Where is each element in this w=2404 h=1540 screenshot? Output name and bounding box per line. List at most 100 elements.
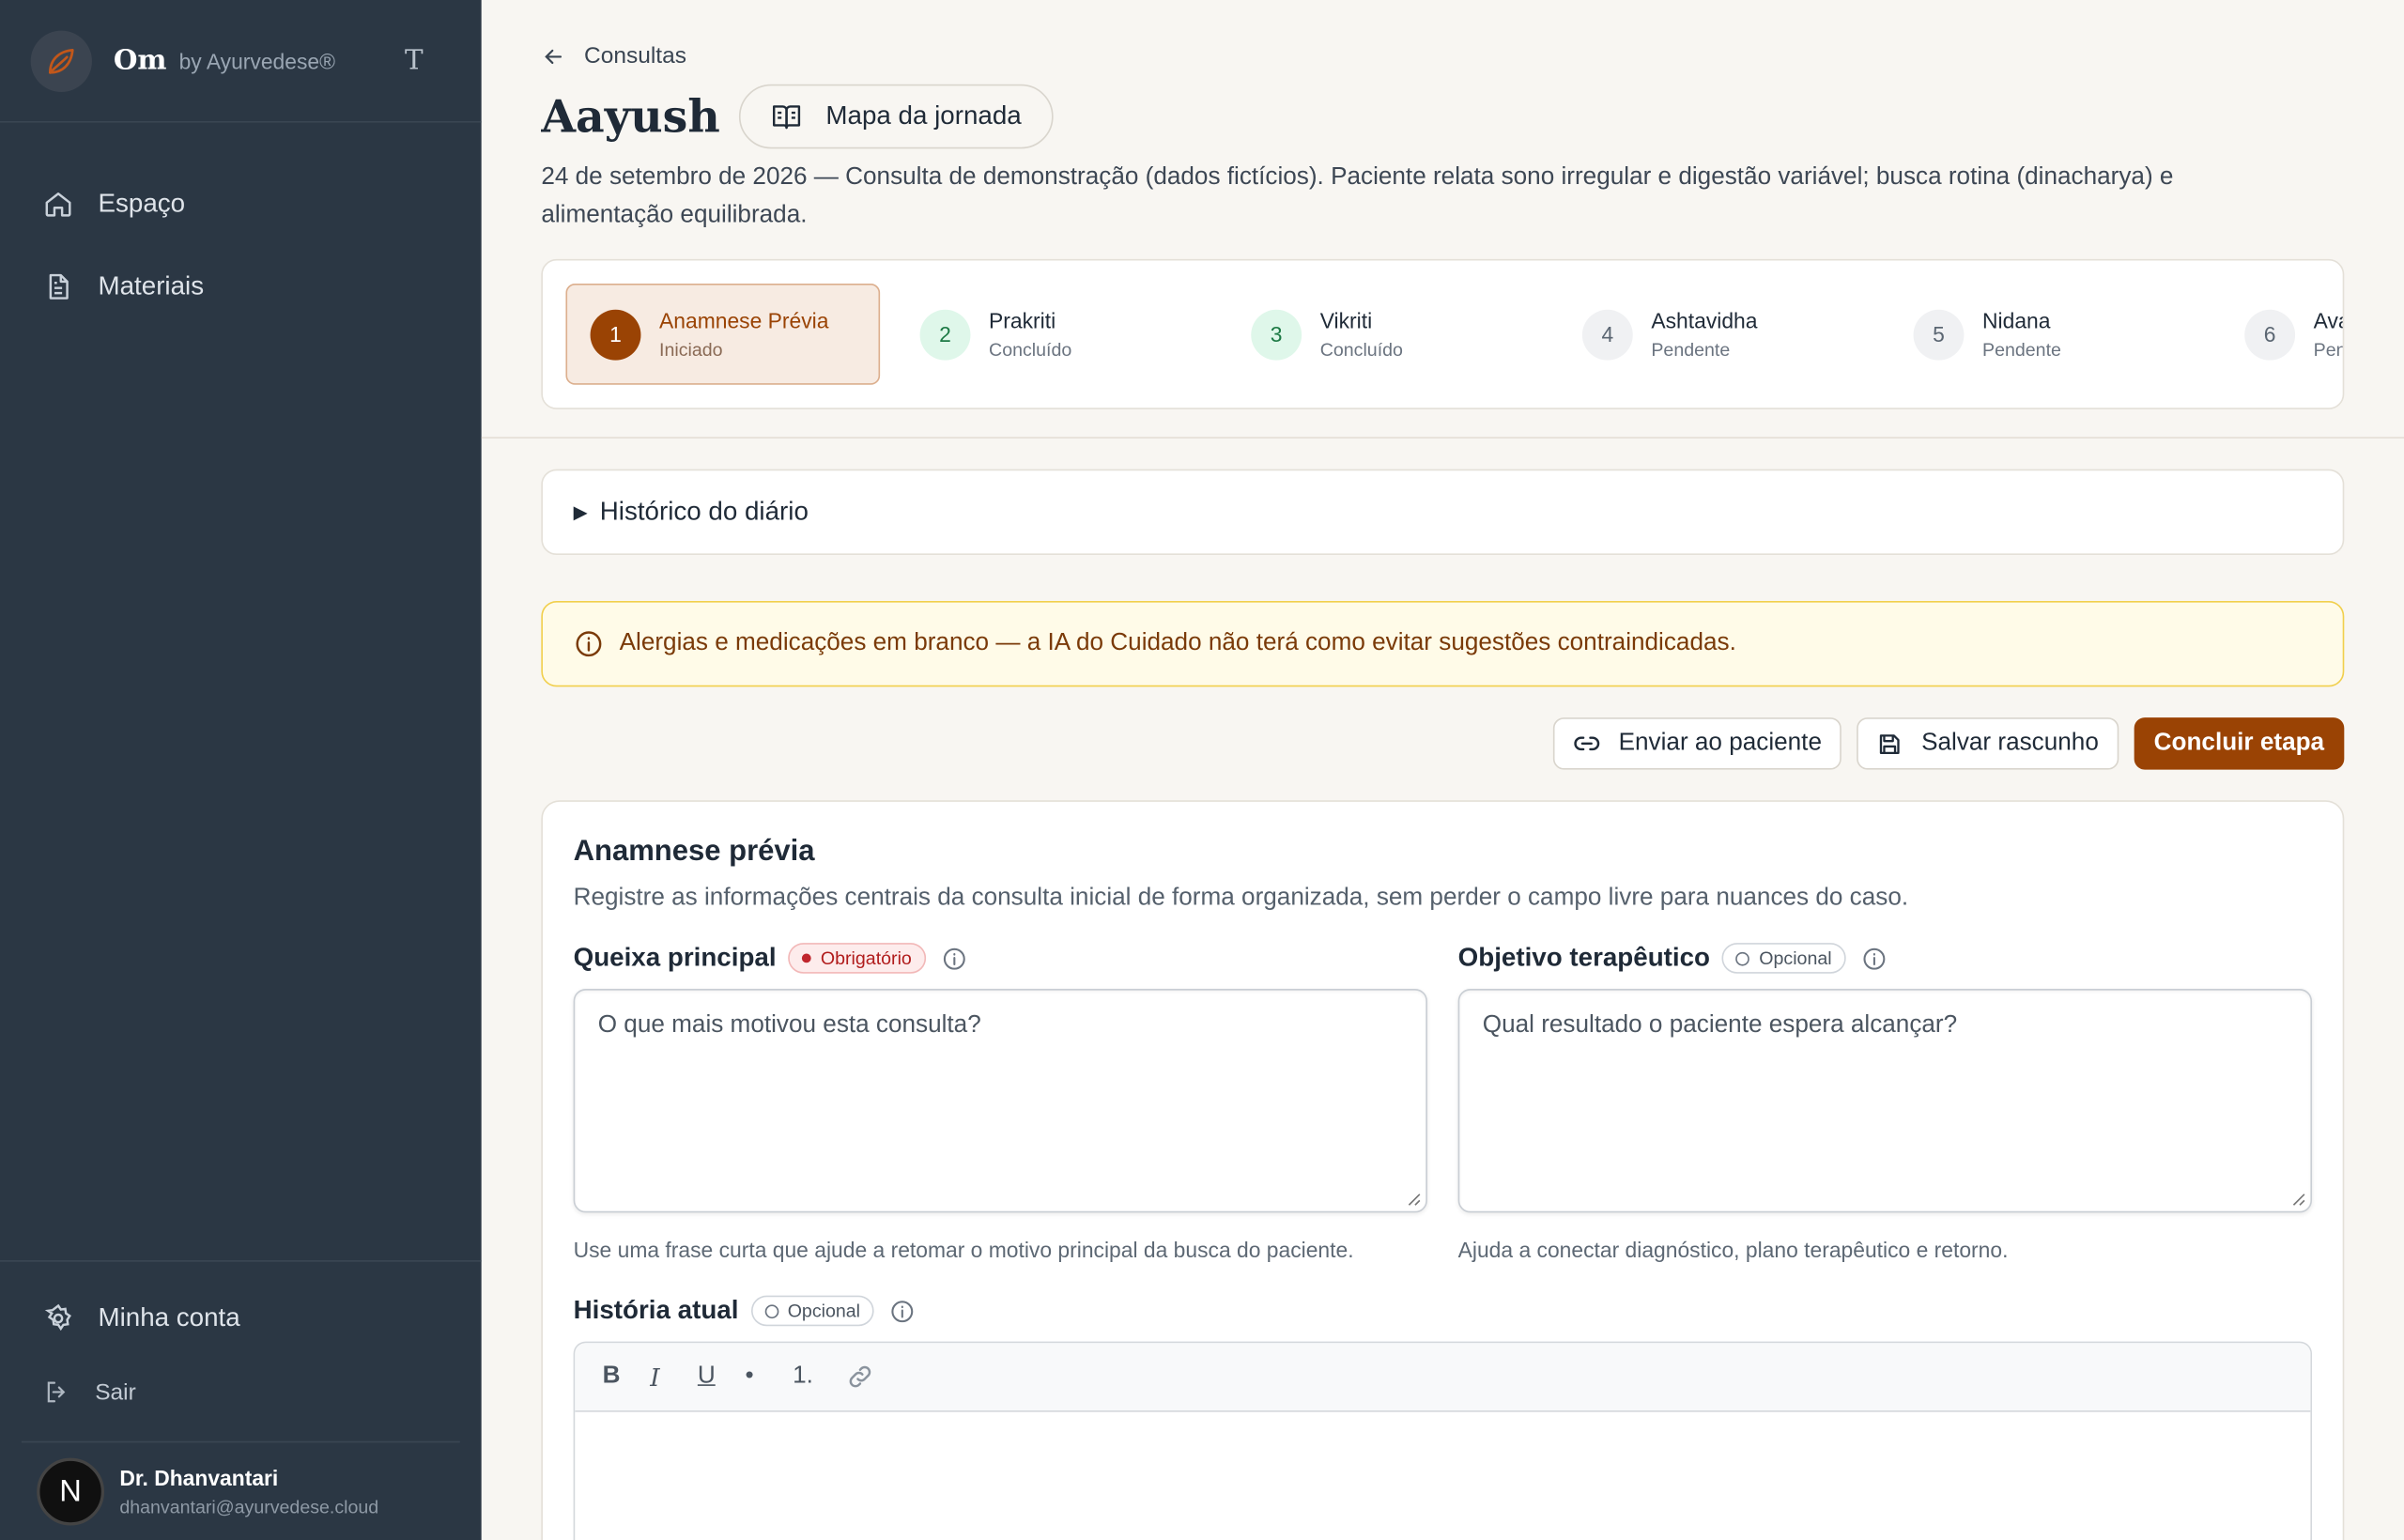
book-open-icon bbox=[772, 105, 800, 130]
nav-item-espaco[interactable]: Espaço bbox=[0, 162, 482, 245]
info-icon[interactable] bbox=[1861, 946, 1888, 972]
step-1[interactable]: 1 Anamnese Prévia Iniciado bbox=[565, 284, 881, 385]
anamnesis-form: Anamnese prévia Registre as informações … bbox=[541, 800, 2345, 1540]
link-icon bbox=[1573, 736, 1599, 751]
goal-label: Objetivo terapêutico bbox=[1457, 943, 1711, 973]
italic-button[interactable]: I bbox=[650, 1363, 698, 1392]
link-icon[interactable] bbox=[846, 1363, 873, 1390]
brand-bar: Om by Ayurvedese® T bbox=[0, 0, 482, 123]
bullet-list-button[interactable]: • bbox=[745, 1363, 793, 1390]
rich-text-editor[interactable]: B I U • 1. bbox=[573, 1341, 2313, 1540]
optional-badge: Opcional bbox=[1722, 943, 1846, 974]
step-number: 3 bbox=[1251, 308, 1302, 360]
dot-icon bbox=[802, 953, 812, 963]
user-email: dhanvantari@ayurvedese.cloud bbox=[119, 1496, 379, 1518]
nav-item-label: Minha conta bbox=[98, 1302, 240, 1332]
user-name: Dr. Dhanvantari bbox=[119, 1465, 279, 1490]
allergy-warning: Alergias e medicações em branco — a IA d… bbox=[541, 600, 2345, 687]
goal-input[interactable]: Qual resultado o paciente espera alcança… bbox=[1457, 989, 2313, 1213]
badge-label: Obrigatório bbox=[820, 947, 912, 969]
editor-toolbar: B I U • 1. bbox=[575, 1343, 2311, 1412]
arrow-left-icon bbox=[545, 48, 562, 64]
optional-badge: Opcional bbox=[750, 1295, 874, 1327]
send-label: Enviar ao paciente bbox=[1618, 730, 1822, 756]
resize-grip-icon[interactable] bbox=[1408, 1193, 1422, 1207]
leaf-logo-icon[interactable] bbox=[30, 29, 92, 92]
avatar: N bbox=[37, 1457, 105, 1526]
form-title: Anamnese prévia bbox=[573, 835, 815, 869]
nav-item-label: Espaço bbox=[98, 188, 186, 218]
bold-button[interactable]: B bbox=[603, 1363, 651, 1390]
triangle-right-icon: ▶ bbox=[573, 500, 588, 523]
step-status: Pend bbox=[2313, 338, 2343, 361]
step-6[interactable]: 6 Ava Pend bbox=[2222, 284, 2343, 385]
sidebar-bottom: Minha conta Sair bbox=[0, 1260, 482, 1433]
save-icon bbox=[1880, 733, 1901, 754]
sidebar: Om by Ayurvedese® T Espaço Materiais Min… bbox=[0, 0, 482, 1540]
complaint-field: Queixa principal Obrigatório O que mais … bbox=[573, 940, 1427, 1262]
step-3[interactable]: 3 Vikriti Concluído bbox=[1228, 284, 1543, 385]
form-subtitle: Registre as informações centrais da cons… bbox=[573, 885, 1909, 911]
history-field: História atual Opcional B I U • 1. bbox=[573, 1292, 2313, 1540]
step-number: 2 bbox=[919, 308, 971, 360]
step-2[interactable]: 2 Prakriti Concluído bbox=[897, 284, 1211, 385]
logout-icon bbox=[47, 1381, 66, 1403]
back-label: Consultas bbox=[584, 42, 686, 69]
step-label: Anamnese Prévia bbox=[659, 308, 829, 333]
step-label: Vikriti bbox=[1319, 308, 1373, 333]
main-nav: Espaço Materiais bbox=[0, 123, 482, 329]
nav-item-materiais[interactable]: Materiais bbox=[0, 245, 482, 328]
step-content: ▶ Histórico do diário Alergias e medicaç… bbox=[482, 439, 2404, 1540]
badge-label: Opcional bbox=[1759, 947, 1832, 969]
back-link[interactable]: Consultas bbox=[541, 0, 2344, 69]
underline-button[interactable]: U bbox=[698, 1363, 746, 1390]
resize-grip-icon[interactable] bbox=[2292, 1193, 2306, 1207]
step-label: Ava bbox=[2313, 308, 2343, 333]
consultation-description: 24 de setembro de 2026 — Consulta de dem… bbox=[541, 163, 2174, 229]
circle-icon bbox=[764, 1303, 778, 1318]
badge-label: Opcional bbox=[787, 1300, 861, 1322]
step-4[interactable]: 4 Ashtavidha Pendente bbox=[1559, 284, 1873, 385]
step-number: 4 bbox=[1581, 308, 1633, 360]
diary-history-toggle[interactable]: ▶ Histórico do diário bbox=[541, 469, 2345, 556]
info-icon bbox=[576, 631, 602, 657]
info-icon[interactable] bbox=[889, 1298, 916, 1324]
consultation-header: Consultas Aayush Mapa da jornada 24 de s… bbox=[481, 0, 2404, 439]
circle-icon bbox=[1735, 951, 1750, 965]
info-icon[interactable] bbox=[941, 946, 967, 972]
user-profile[interactable]: N Dr. Dhanvantari dhanvantari@ayurvedese… bbox=[21, 1440, 460, 1540]
send-to-patient-button[interactable]: Enviar ao paciente bbox=[1552, 717, 1842, 770]
step-status: Concluído bbox=[989, 338, 1072, 361]
font-toggle-button[interactable]: T bbox=[405, 44, 424, 76]
finish-step-button[interactable]: Concluir etapa bbox=[2134, 717, 2345, 770]
complaint-input[interactable]: O que mais motivou esta consulta? bbox=[573, 989, 1427, 1213]
document-icon bbox=[49, 273, 69, 300]
complaint-label: Queixa principal bbox=[573, 943, 777, 973]
nav-item-label: Materiais bbox=[98, 270, 205, 300]
step-label: Nidana bbox=[1982, 308, 2051, 333]
step-tracker: 1 Anamnese Prévia Iniciado 2 Prakriti Conc… bbox=[541, 258, 2345, 409]
logout-button[interactable]: Sair bbox=[0, 1350, 482, 1433]
step-number: 1 bbox=[590, 308, 641, 360]
ordered-list-button[interactable]: 1. bbox=[793, 1363, 840, 1390]
complaint-hint: Use uma frase curta que ajude a retomar … bbox=[573, 1237, 1354, 1262]
brand-by: by Ayurvedese® bbox=[178, 48, 335, 73]
step-label: Ashtavidha bbox=[1651, 308, 1758, 333]
logout-label: Sair bbox=[95, 1378, 136, 1406]
step-status: Concluído bbox=[1319, 338, 1403, 361]
gear-icon bbox=[44, 1303, 71, 1332]
step-status: Pendente bbox=[1982, 338, 2061, 361]
warning-text: Alergias e medicações em branco — a IA d… bbox=[619, 630, 1736, 656]
action-bar: Enviar ao paciente Salvar rascunho Concl… bbox=[541, 717, 2345, 770]
main-content: Consultas Aayush Mapa da jornada 24 de s… bbox=[481, 0, 2404, 1540]
save-label: Salvar rascunho bbox=[1921, 730, 2099, 756]
step-5[interactable]: 5 Nidana Pendente bbox=[1890, 284, 2205, 385]
nav-item-account[interactable]: Minha conta bbox=[0, 1277, 482, 1360]
home-icon bbox=[45, 192, 71, 217]
step-label: Prakriti bbox=[989, 308, 1056, 333]
journey-map-label: Mapa da jornada bbox=[825, 100, 1022, 131]
journey-map-button[interactable]: Mapa da jornada bbox=[738, 84, 1055, 149]
step-number: 6 bbox=[2244, 308, 2296, 360]
save-draft-button[interactable]: Salvar rascunho bbox=[1857, 717, 2119, 770]
brand-name: Om bbox=[113, 44, 167, 77]
